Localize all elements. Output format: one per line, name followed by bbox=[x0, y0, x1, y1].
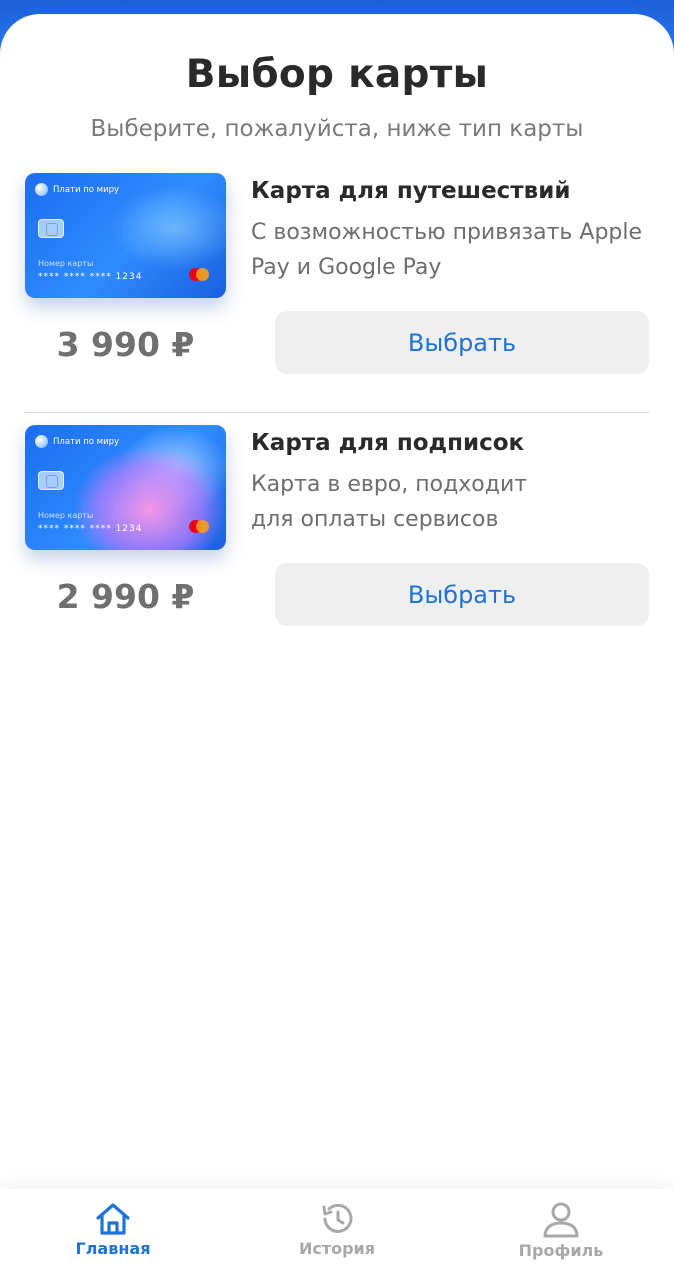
offer-subscription-card: Плати по миру Номер карты **** **** ****… bbox=[0, 425, 674, 665]
card-brand-text: Плати по миру bbox=[53, 184, 120, 195]
select-travel-card-button[interactable]: Выбрать bbox=[275, 311, 649, 374]
tab-profile-label: Профиль bbox=[518, 1241, 604, 1260]
mastercard-icon bbox=[189, 268, 209, 281]
card-chip-icon bbox=[38, 219, 64, 238]
offer-description: Карта в евро, подходит для оплаты сервис… bbox=[251, 472, 528, 532]
subscription-card-image: Плати по миру Номер карты **** **** ****… bbox=[25, 425, 226, 550]
brand-logo-icon bbox=[35, 435, 48, 448]
offer-title: Карта для подписок bbox=[251, 430, 525, 456]
brand-logo-icon bbox=[35, 183, 48, 196]
page-title: Выбор карты bbox=[185, 52, 489, 97]
mastercard-icon bbox=[189, 520, 209, 533]
card-brand-text: Плати по миру bbox=[53, 436, 120, 447]
card-number: **** **** **** 1234 bbox=[38, 524, 143, 534]
history-icon bbox=[322, 1203, 353, 1233]
travel-card-image: Плати по миру Номер карты **** **** ****… bbox=[25, 173, 226, 298]
offer-title: Карта для путешествий bbox=[251, 178, 571, 204]
card-brand: Плати по миру bbox=[35, 435, 119, 448]
card-brand: Плати по миру bbox=[35, 183, 119, 196]
card-number-label: Номер карты bbox=[38, 259, 94, 268]
tab-home[interactable]: Главная bbox=[33, 1189, 193, 1280]
offer-price: 2 990 ₽ bbox=[56, 577, 195, 616]
offer-travel-card: Плати по миру Номер карты **** **** ****… bbox=[0, 173, 674, 413]
profile-icon bbox=[543, 1202, 579, 1238]
offer-divider bbox=[25, 412, 649, 413]
home-icon bbox=[96, 1203, 130, 1235]
offer-description: С возможностью привязать Apple Pay и Goo… bbox=[251, 220, 643, 280]
page-subtitle: Выберите, пожалуйста, ниже тип карты bbox=[90, 116, 584, 142]
card-number-label: Номер карты bbox=[38, 511, 94, 520]
card-number: **** **** **** 1234 bbox=[38, 272, 143, 282]
offer-price: 3 990 ₽ bbox=[56, 325, 195, 364]
bottom-tab-bar: Главная История Профиль bbox=[0, 1189, 674, 1280]
select-subscription-card-button[interactable]: Выбрать bbox=[275, 563, 649, 626]
card-selection-sheet: Выбор карты Выберите, пожалуйста, ниже т… bbox=[0, 14, 674, 1280]
tab-history[interactable]: История bbox=[257, 1189, 417, 1280]
tab-home-label: Главная bbox=[75, 1239, 151, 1258]
card-chip-icon bbox=[38, 471, 64, 490]
tab-profile[interactable]: Профиль bbox=[481, 1189, 641, 1280]
tab-history-label: История bbox=[298, 1239, 376, 1258]
